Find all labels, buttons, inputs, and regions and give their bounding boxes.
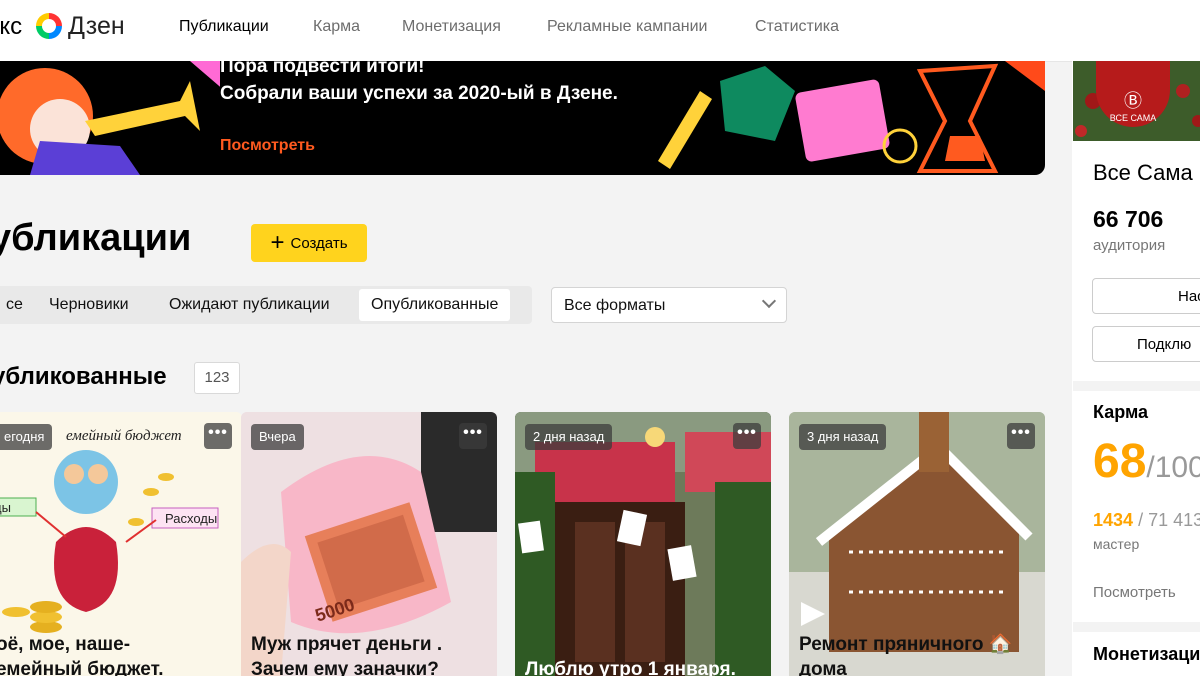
avatar[interactable]: Ⓑ ВСЕ САМА (1096, 61, 1170, 127)
audience-value: 66 706 (1093, 206, 1164, 232)
karma-rank-value: 1434 (1093, 510, 1134, 530)
publication-count-badge: 123 (194, 362, 240, 394)
nav-statistics[interactable]: Статистика (755, 18, 839, 36)
monetization-title[interactable]: Монетизация (1093, 644, 1200, 665)
format-select-value: Все форматы (564, 297, 666, 314)
card-title[interactable]: Ремонт пряничного 🏠 дома (799, 632, 1039, 676)
card-title[interactable]: Муж прячет деньги . Зачем ему заначки? (251, 632, 491, 676)
logo-prefix[interactable]: екс (0, 13, 22, 41)
karma-rank-total: / 71 413 (1138, 510, 1200, 530)
nav-ad-campaigns[interactable]: Рекламные кампании (547, 18, 707, 36)
format-select[interactable]: Все форматы (551, 287, 787, 323)
publication-card[interactable]: 2 дня назад ••• Люблю утро 1 января. (515, 412, 771, 676)
more-options-icon[interactable]: ••• (204, 423, 232, 449)
avatar-letter-icon: Ⓑ (1124, 91, 1142, 111)
date-badge: Вчера (251, 424, 304, 450)
karma-max: /100 (1146, 451, 1200, 484)
tab-drafts[interactable]: Черновики (37, 289, 141, 321)
karma-rank: 1434 / 71 413 (1093, 510, 1200, 531)
create-button[interactable]: + Создать (251, 224, 367, 262)
create-button-label: Создать (290, 234, 348, 252)
channel-name[interactable]: Все Сама (1093, 160, 1193, 186)
card-title[interactable]: оё, мое, наше- емейный бюджет. (0, 632, 236, 676)
publication-card[interactable]: 5000 Вчера ••• Муж прячет деньги . Зачем… (241, 412, 497, 676)
tab-pending[interactable]: Ожидают публикации (157, 289, 342, 321)
logo-brand[interactable]: Дзен (68, 12, 125, 41)
card-image-cafe (515, 412, 771, 676)
publication-status-tabs: се Черновики Ожидают публикации Опублико… (0, 286, 532, 324)
settings-button[interactable]: Нас (1092, 278, 1200, 314)
connect-button[interactable]: Подклю (1092, 326, 1200, 362)
zen-logo-icon[interactable] (36, 13, 62, 39)
date-badge: 3 дня назад (799, 424, 887, 450)
date-badge: егодня (0, 424, 53, 450)
card-image-caption: емейный бюджет (66, 428, 182, 444)
publication-card[interactable]: 3 дня назад ••• Ремонт пряничного 🏠 дома (789, 412, 1045, 676)
more-options-icon[interactable]: ••• (459, 423, 487, 449)
section-title: убликованные (0, 363, 167, 390)
trumpet-character-illustration (0, 61, 220, 175)
card-title[interactable]: Люблю утро 1 января. (525, 657, 765, 676)
year-summary-banner[interactable]: Пора подвести итоги! Собрали ваши успехи… (0, 61, 1045, 175)
chevron-down-icon (761, 293, 777, 309)
plus-icon: + (270, 229, 285, 256)
banner-view-link[interactable]: Посмотреть (220, 137, 315, 155)
top-bar: екс Дзен Публикации Карма Монетизация Ре… (0, 0, 1200, 62)
more-options-icon[interactable]: ••• (1007, 423, 1035, 449)
card-image-caption: ды (0, 500, 11, 515)
card-image-caption: Расходы (165, 511, 218, 526)
sidebar-divider (1073, 381, 1200, 391)
audience-label: аудитория (1093, 237, 1166, 254)
more-options-icon[interactable]: ••• (733, 423, 761, 449)
publication-card[interactable]: емейный бюджет ды Расходы егодня ••• оё,… (0, 412, 242, 676)
nav-publications[interactable]: Публикации (179, 18, 269, 36)
karma-value: 68 (1093, 435, 1147, 488)
date-badge: 2 дня назад (525, 424, 613, 450)
gifts-illustration (658, 61, 1045, 173)
karma-title: Карма (1093, 402, 1149, 422)
karma-score: 68/100 (1093, 434, 1200, 489)
nav-karma[interactable]: Карма (313, 18, 360, 36)
tab-published[interactable]: Опубликованные (359, 289, 511, 321)
avatar-text: ВСЕ САМА (1109, 113, 1157, 123)
karma-level: мастер (1093, 536, 1140, 552)
karma-view-link[interactable]: Посмотреть (1093, 584, 1176, 601)
sidebar-divider (1073, 622, 1200, 632)
page-title: убликации (0, 217, 192, 259)
tab-all[interactable]: се (0, 289, 35, 321)
nav-monetization[interactable]: Монетизация (402, 18, 501, 36)
